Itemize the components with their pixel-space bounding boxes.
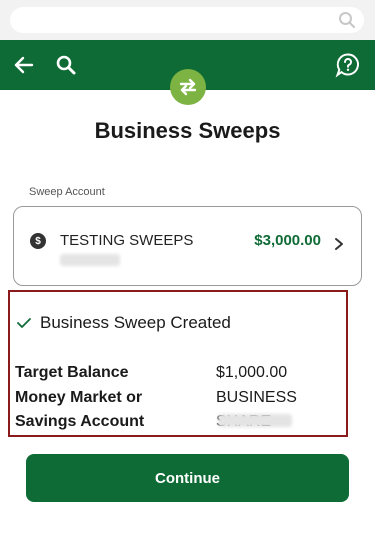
- browser-bar: [0, 0, 375, 40]
- search-icon: [56, 55, 76, 75]
- account-name: TESTING SWEEPS: [60, 232, 194, 249]
- confirmation-title: Business Sweep Created: [40, 313, 231, 332]
- search-icon: [339, 12, 356, 29]
- back-button[interactable]: [8, 40, 40, 90]
- redacted-account-number: [60, 254, 120, 266]
- chevron-right-icon: [335, 238, 343, 250]
- sweep-account-label: Sweep Account: [29, 186, 105, 198]
- sweep-confirmation-panel: Business Sweep Created Target Balance $1…: [8, 290, 348, 437]
- chat-help-icon: [335, 53, 359, 78]
- search-button[interactable]: [50, 40, 82, 90]
- sweep-transfer-icon: [170, 69, 206, 105]
- account-type-label-line1: Money Market or: [15, 389, 143, 406]
- check-icon: [17, 318, 31, 328]
- redacted-account-number: [218, 414, 292, 427]
- continue-button[interactable]: Continue: [26, 454, 349, 502]
- browser-search-field[interactable]: [10, 7, 364, 33]
- page-title: Business Sweeps: [94, 118, 281, 143]
- sweep-account-card[interactable]: $ TESTING SWEEPS $3,000.00: [13, 206, 362, 286]
- target-balance-label: Target Balance: [15, 364, 129, 381]
- target-balance-value: $1,000.00: [216, 364, 288, 381]
- account-type-label-line2: Savings Account: [15, 413, 145, 430]
- help-button[interactable]: [331, 40, 365, 90]
- dollar-icon: $: [30, 233, 46, 249]
- account-balance: $3,000.00: [254, 232, 321, 249]
- arrow-left-icon: [14, 56, 34, 74]
